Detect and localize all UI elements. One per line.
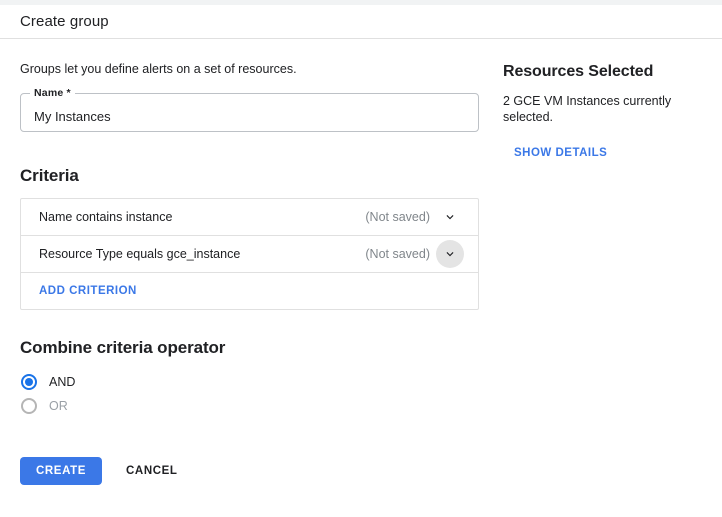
criterion-label: Name contains instance [39,210,365,224]
page-title: Create group [20,13,109,30]
radio-label-and: AND [49,375,75,389]
form-actions: CREATE CANCEL [20,457,480,485]
criterion-label: Resource Type equals gce_instance [39,247,365,261]
create-button[interactable]: CREATE [20,457,102,485]
criteria-card: Name contains instance (Not saved) Resou… [20,198,479,310]
chevron-down-icon[interactable] [436,240,464,268]
table-row[interactable]: Resource Type equals gce_instance (Not s… [21,236,478,273]
main-column: Groups let you define alerts on a set of… [0,39,500,485]
resources-selected-heading: Resources Selected [503,63,706,81]
resources-selected-summary: 2 GCE VM Instances currently selected. [503,93,706,125]
criteria-heading: Criteria [20,166,480,186]
criterion-status: (Not saved) [365,210,430,224]
intro-description: Groups let you define alerts on a set of… [20,61,480,77]
resources-selected-panel: Resources Selected 2 GCE VM Instances cu… [500,39,722,485]
radio-button-and[interactable] [21,374,37,390]
radio-option-and[interactable]: AND [20,370,480,393]
table-row[interactable]: Name contains instance (Not saved) [21,199,478,236]
radio-selected-dot [25,378,33,386]
combine-operator-heading: Combine criteria operator [20,338,480,358]
group-name-input[interactable] [21,94,478,131]
chevron-down-icon[interactable] [436,203,464,231]
add-criterion-row[interactable]: ADD CRITERION [21,273,478,309]
cancel-button[interactable]: CANCEL [116,457,188,485]
radio-button-or[interactable] [21,398,37,414]
criterion-status: (Not saved) [365,247,430,261]
show-details-button[interactable]: SHOW DETAILS [514,147,607,159]
group-name-label: Name * [30,87,75,99]
group-name-field[interactable]: Name * [20,93,479,132]
radio-option-or[interactable]: OR [20,394,480,417]
add-criterion-button[interactable]: ADD CRITERION [39,285,137,297]
page-header: Create group [0,5,722,39]
page-content: Groups let you define alerts on a set of… [0,39,722,485]
radio-label-or: OR [49,399,68,413]
